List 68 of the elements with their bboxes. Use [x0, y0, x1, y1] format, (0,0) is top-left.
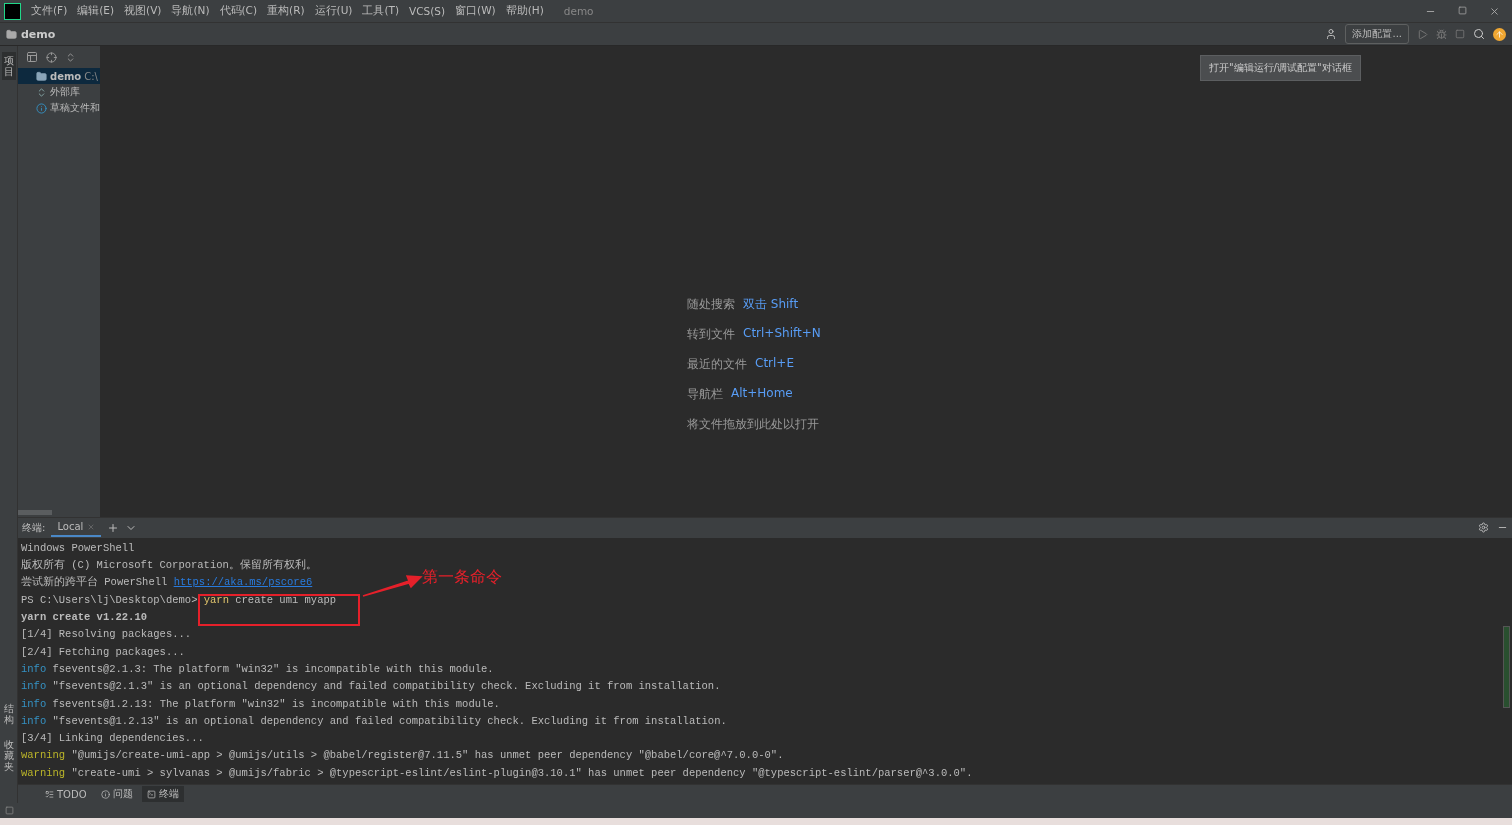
update-icon[interactable]	[1493, 27, 1506, 41]
menu-item[interactable]: 帮助(H)	[505, 4, 544, 18]
menu-item[interactable]: VCS(S)	[409, 5, 446, 17]
add-configuration-button[interactable]: 添加配置...	[1345, 24, 1409, 44]
menu-item[interactable]: 运行(U)	[314, 4, 353, 18]
search-icon[interactable]	[1473, 28, 1485, 40]
user-icon[interactable]	[1325, 28, 1338, 40]
terminal-line: [2/4] Fetching packages...	[21, 644, 185, 660]
editor-hint: 将文件拖放到此处以打开	[687, 416, 820, 433]
terminal-line: [3/4] Linking dependencies...	[21, 731, 204, 747]
debug-icon[interactable]	[1436, 28, 1447, 40]
run-icon[interactable]	[1417, 28, 1428, 40]
menu-item[interactable]: 工具(T)	[362, 4, 400, 18]
tree-item[interactable]: 外部库	[18, 84, 100, 100]
close-icon[interactable]	[1489, 5, 1500, 17]
locate-icon[interactable]	[46, 51, 57, 63]
terminal-line: info fsevents@1.2.13: The platform "win32" is incompatible with this module.	[21, 696, 500, 712]
terminal-line: Windows PowerShell	[21, 540, 135, 556]
editor-hint: 随处搜索 双击 Shift	[687, 296, 800, 313]
folder-icon	[6, 28, 17, 40]
editor-hint: 最近的文件 Ctrl+E	[687, 356, 795, 373]
info-icon	[100, 789, 110, 799]
tree-item[interactable]: demo C:\	[18, 68, 100, 84]
terminal-line: warning "create-umi > sylvanas > @umijs/fabric > @typescript-eslint/eslint-plugin@3.10.1" has unmet peer dependency "@typescript-eslint/parser@^3.0.0".	[21, 765, 973, 781]
collapse-icon[interactable]	[65, 51, 76, 63]
stop-icon[interactable]	[1455, 29, 1465, 39]
scrollbar[interactable]	[1503, 625, 1510, 708]
tool-window-tab[interactable]: 问题	[95, 786, 138, 802]
annotation-text: 第一条命令	[422, 566, 502, 588]
menu-item[interactable]: 重构(R)	[267, 4, 305, 18]
editor-hint: 导航栏 Alt+Home	[687, 386, 794, 403]
breadcrumb[interactable]: demo	[21, 27, 56, 41]
menu-item[interactable]: 视图(V)	[124, 4, 162, 18]
terminal-line: PS C:\Users\lj\Desktop\demo> yarn create umi myapp	[21, 592, 337, 608]
settings-icon[interactable]	[1478, 522, 1489, 534]
menu-item[interactable]: 文件(F)	[31, 4, 68, 18]
menu-item[interactable]: 编辑(E)	[77, 4, 115, 18]
menu-item[interactable]: 代码(C)	[219, 4, 258, 18]
folder-icon	[36, 70, 47, 82]
list-icon	[45, 789, 54, 799]
window-title: demo	[563, 5, 594, 17]
layout-icon[interactable]	[5, 806, 14, 815]
side-tab[interactable]: 收藏夹	[1, 736, 16, 775]
app-logo-icon	[4, 2, 21, 20]
panel-title: 终端:	[22, 520, 46, 535]
terminal-line: info "fsevents@1.2.13" is an optional dependency and failed compatibility check. Excluding it from installation.	[21, 713, 727, 729]
menu-item[interactable]: 导航(N)	[171, 4, 210, 18]
side-tab[interactable]: 项目	[1, 52, 16, 80]
scratch-icon	[36, 102, 47, 114]
tool-window-tab[interactable]: TODO	[40, 787, 92, 801]
terminal-line: 版权所有 (C) Microsoft Corporation。保留所有权利。	[21, 558, 317, 574]
side-tab[interactable]: 结构	[1, 700, 16, 728]
tool-window-tab[interactable]: 终端	[141, 786, 184, 802]
terminal-line: warning "@umijs/create-umi-app > @umijs/utils > @babel/register@7.11.5" has unmet peer dependency "@babel/core@^7.0.0-0".	[21, 748, 784, 764]
tooltip: 打开"编辑运行/调试配置"对话框	[1200, 55, 1361, 81]
terminal-line: info "fsevents@2.1.3" is an optional dependency and failed compatibility check. Excluding it from installation.	[21, 679, 721, 695]
menu-item[interactable]: 窗口(W)	[455, 4, 496, 18]
terminal-line: info fsevents@2.1.3: The platform "win32" is incompatible with this module.	[21, 661, 494, 677]
terminal-icon	[146, 789, 156, 799]
view-icon[interactable]	[26, 51, 38, 63]
library-icon	[36, 86, 47, 98]
terminal-line: [1/4] Resolving packages...	[21, 627, 192, 643]
terminal-line: yarn create v1.22.10	[21, 610, 148, 626]
editor-hint: 转到文件 Ctrl+Shift+N	[687, 326, 822, 343]
add-icon[interactable]	[107, 521, 120, 534]
tree-item[interactable]: 草稿文件和	[18, 100, 100, 116]
terminal-line: 尝试新的跨平台 PowerShell https://aka.ms/pscore6	[21, 575, 313, 591]
close-icon[interactable]	[87, 522, 96, 531]
